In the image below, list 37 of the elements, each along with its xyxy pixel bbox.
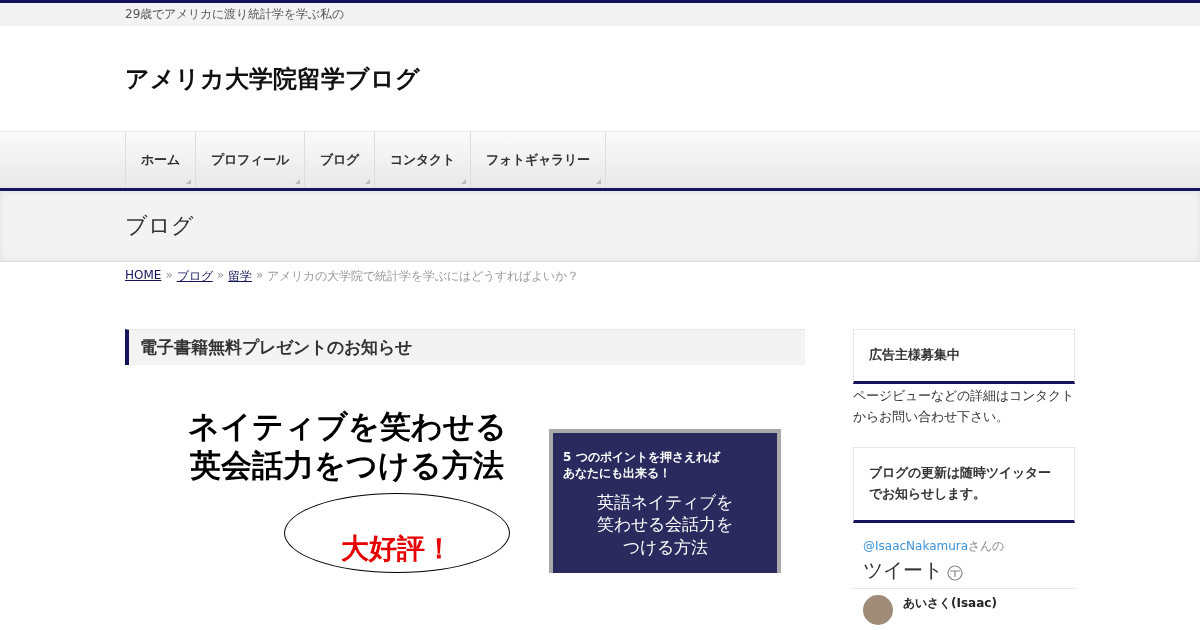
nav-item[interactable]: ホーム [126,132,196,188]
nav-item[interactable]: ブログ [305,132,375,188]
widget-title: 広告主様募集中 [853,329,1075,384]
handle-suffix: さんの [968,539,1005,553]
avatar[interactable] [863,595,893,626]
widget-title: ブログの更新は随時ツイッターでお知らせします。 [853,447,1075,523]
corner-icon [596,179,601,184]
corner-icon [461,179,466,184]
page-title: ブログ [125,212,195,240]
cover-title: 英語ネイティブを [596,491,734,514]
breadcrumb-current: アメリカの大学院で統計学を学ぶにはどうすればよいか？ [267,268,580,285]
cover-subtitle: あなたにも出来る！ [563,465,672,482]
corner-icon [295,179,300,184]
site-title[interactable]: アメリカ大学院留学ブログ [125,62,420,95]
feed-title: ツイート [863,558,943,583]
info-icon[interactable] [947,564,963,581]
breadcrumb-link[interactable]: HOME [125,268,162,285]
section-heading: 電子書籍無料プレゼントのお知らせ [125,329,805,365]
tagline: 29歳でアメリカに渡り統計学を学ぶ私の [125,6,346,23]
nav-item[interactable]: コンタクト [375,132,471,188]
corner-icon [365,179,370,184]
breadcrumb-separator: » [256,268,264,284]
widget-text: ページビューなどの詳細はコンタクトからお問い合わせ下さい。 [853,386,1075,426]
banner-headline: ネイティブを笑わせる [187,407,507,446]
breadcrumb-link[interactable]: 留学 [228,268,253,285]
cover-title: つける方法 [621,535,709,558]
tweet-author[interactable]: あいさく(Isaac) [903,595,997,613]
banner-headline: 英会話力をつける方法 [190,445,504,485]
badge-text: 大好評！ [341,530,453,567]
breadcrumb-separator: » [216,268,225,284]
breadcrumb-link[interactable]: ブログ [176,268,213,285]
breadcrumb-separator: » [165,268,173,284]
cover-title: 笑わせる会話力を [596,513,734,536]
nav-item[interactable]: フォトギャラリー [471,132,606,188]
corner-icon [186,179,191,184]
cover-subtitle: 5 つのポイントを押さえれば [563,449,722,466]
nav-item[interactable]: プロフィール [196,132,305,188]
